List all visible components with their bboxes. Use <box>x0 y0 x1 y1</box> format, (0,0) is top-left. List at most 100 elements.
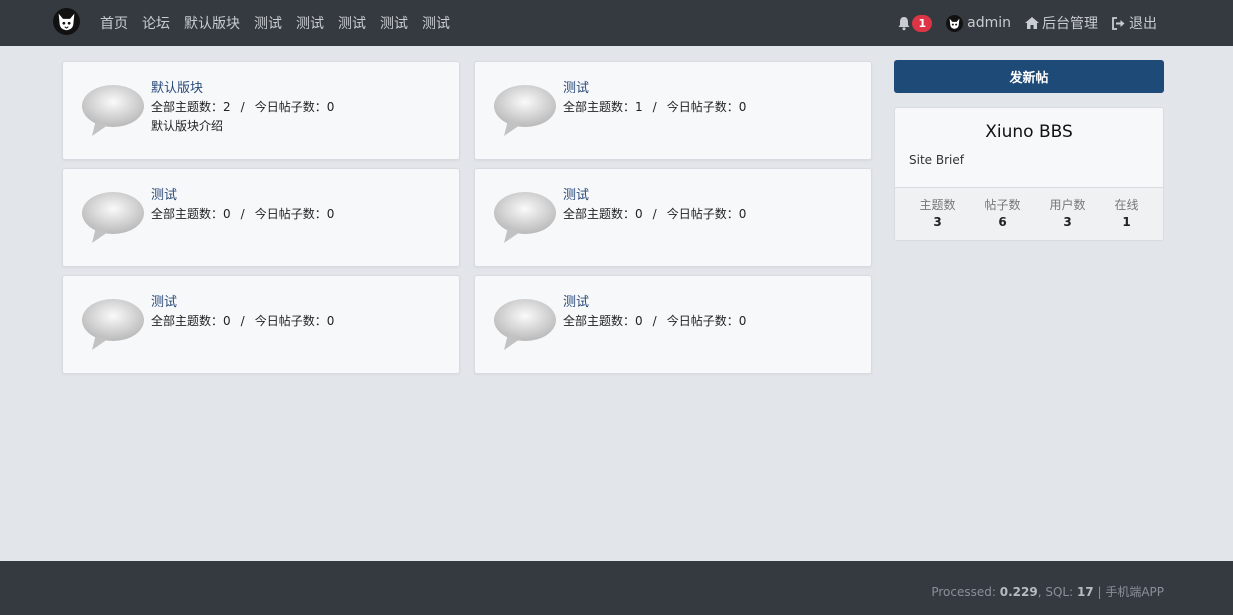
nav-link-default-board[interactable]: 默认版块 <box>184 13 240 33</box>
stat-value: 6 <box>998 215 1007 229</box>
stat-value: 1 <box>1122 215 1131 229</box>
nav-links: 首页 论坛 默认版块 测试 测试 测试 测试 测试 <box>100 0 464 46</box>
today-posts-label: 今日帖子数： <box>666 207 739 221</box>
threads-count: 0 <box>223 207 231 221</box>
avatar <box>946 14 964 32</box>
bell-icon <box>898 16 910 30</box>
new-post-button[interactable]: 发新帖 <box>894 60 1164 93</box>
stat-label: 用户数 <box>1049 198 1086 212</box>
forum-stats: 全部主题数：0/今日帖子数：0 <box>563 312 746 331</box>
speech-bubble-icon <box>82 192 144 243</box>
forum-card: 测试 全部主题数：0/今日帖子数：0 <box>474 168 872 267</box>
site-info-card: Xiuno BBS Site Brief 主题数 3 帖子数 6 用户数 3 在… <box>894 107 1164 241</box>
threads-label: 全部主题数： <box>151 207 224 221</box>
stat-online: 在线 1 <box>1114 197 1138 231</box>
forum-card: 默认版块 全部主题数：2 / 今日帖子数：0 默认版块介绍 <box>62 61 460 160</box>
page-footer: Processed: 0.229, SQL: 17 | 手机端APP <box>0 561 1233 615</box>
speech-bubble-icon <box>494 192 556 243</box>
forum-title[interactable]: 测试 <box>563 80 746 98</box>
today-posts-count: 0 <box>326 100 335 114</box>
forum-card: 测试 全部主题数：0/今日帖子数：0 <box>474 275 872 374</box>
speech-bubble-icon <box>82 85 144 136</box>
stats-separator: / <box>652 207 657 221</box>
cat-avatar-icon <box>949 18 960 29</box>
threads-label: 全部主题数： <box>563 207 636 221</box>
forum-card: 测试 全部主题数：0/今日帖子数：0 <box>62 168 460 267</box>
threads-label: 全部主题数： <box>563 100 636 114</box>
stats-separator: / <box>652 100 657 114</box>
stats-separator: / <box>240 207 245 221</box>
nav-link-test-4[interactable]: 测试 <box>380 13 408 33</box>
forum-card: 测试 全部主题数：1 / 今日帖子数：0 <box>474 61 872 160</box>
logout-label: 退出 <box>1129 16 1157 32</box>
top-navbar: 首页 论坛 默认版块 测试 测试 测试 测试 测试 1 admin 后台管理 退… <box>0 0 1233 46</box>
threads-label: 全部主题数： <box>151 100 224 114</box>
today-posts-label: 今日帖子数： <box>666 100 739 114</box>
stat-posts: 帖子数 6 <box>984 197 1020 231</box>
forum-stats: 全部主题数：2 / 今日帖子数：0 <box>151 98 334 117</box>
threads-count: 0 <box>223 314 231 328</box>
forum-description: 默认版块介绍 <box>151 119 224 133</box>
threads-label: 全部主题数： <box>563 314 636 328</box>
forum-title[interactable]: 测试 <box>151 294 334 312</box>
footer-stats: Processed: 0.229, SQL: 17 | 手机端APP <box>931 583 1164 600</box>
stat-threads: 主题数 3 <box>919 197 955 231</box>
nav-link-test-2[interactable]: 测试 <box>296 13 324 33</box>
nav-link-test-3[interactable]: 测试 <box>338 13 366 33</box>
stats-separator: / <box>240 314 245 328</box>
speech-bubble-icon <box>494 85 556 136</box>
forum-title[interactable]: 默认版块 <box>151 80 334 98</box>
nav-link-forum[interactable]: 论坛 <box>142 13 170 33</box>
mobile-app-link[interactable]: 手机端APP <box>1105 585 1164 599</box>
cat-logo-icon <box>58 13 75 31</box>
today-posts-label: 今日帖子数： <box>666 314 739 328</box>
stat-label: 主题数 <box>919 198 956 212</box>
logout-link[interactable]: 退出 <box>1112 13 1157 33</box>
user-profile-link[interactable]: admin <box>946 14 1011 32</box>
nav-link-home[interactable]: 首页 <box>100 13 128 33</box>
sql-label: , SQL: <box>1037 585 1077 599</box>
stats-separator: / <box>240 100 245 114</box>
site-logo-icon[interactable] <box>53 8 80 35</box>
admin-panel-link[interactable]: 后台管理 <box>1025 13 1098 33</box>
today-posts-count: 0 <box>738 207 747 221</box>
threads-count: 0 <box>635 207 643 221</box>
site-title: Xiuno BBS <box>985 122 1073 142</box>
nav-link-test-1[interactable]: 测试 <box>254 13 282 33</box>
stat-label: 在线 <box>1114 198 1139 212</box>
notification-count-badge: 1 <box>912 14 933 32</box>
username-label: admin <box>967 15 1011 31</box>
today-posts-count: 0 <box>326 207 335 221</box>
nav-user-menu: 1 admin 后台管理 退出 <box>883 0 1157 46</box>
stats-separator: / <box>652 314 657 328</box>
site-brief: Site Brief <box>909 153 964 167</box>
nav-link-test-5[interactable]: 测试 <box>422 13 450 33</box>
forum-stats: 全部主题数：0/今日帖子数：0 <box>151 205 334 224</box>
today-posts-label: 今日帖子数： <box>254 100 327 114</box>
threads-label: 全部主题数： <box>151 314 224 328</box>
stat-value: 3 <box>933 215 942 229</box>
processed-label: Processed: <box>931 585 1000 599</box>
forum-title[interactable]: 测试 <box>563 294 746 312</box>
admin-panel-label: 后台管理 <box>1042 16 1098 32</box>
today-posts-count: 0 <box>738 314 747 328</box>
notifications-button[interactable]: 1 <box>897 14 933 32</box>
processed-value: 0.229 <box>999 585 1038 599</box>
today-posts-label: 今日帖子数： <box>254 314 327 328</box>
stat-value: 3 <box>1063 215 1072 229</box>
threads-count: 0 <box>635 314 643 328</box>
threads-count: 1 <box>635 100 643 114</box>
forum-card: 测试 全部主题数：0/今日帖子数：0 <box>62 275 460 374</box>
forum-stats: 全部主题数：1 / 今日帖子数：0 <box>563 98 746 117</box>
sign-out-icon <box>1112 16 1126 30</box>
home-icon <box>1025 17 1039 29</box>
today-posts-label: 今日帖子数： <box>254 207 327 221</box>
forum-stats: 全部主题数：0/今日帖子数：0 <box>151 312 334 331</box>
forum-title[interactable]: 测试 <box>563 187 746 205</box>
today-posts-count: 0 <box>738 100 747 114</box>
speech-bubble-icon <box>494 299 556 350</box>
forum-title[interactable]: 测试 <box>151 187 334 205</box>
speech-bubble-icon <box>82 299 144 350</box>
stat-users: 用户数 3 <box>1049 197 1085 231</box>
today-posts-count: 0 <box>326 314 335 328</box>
